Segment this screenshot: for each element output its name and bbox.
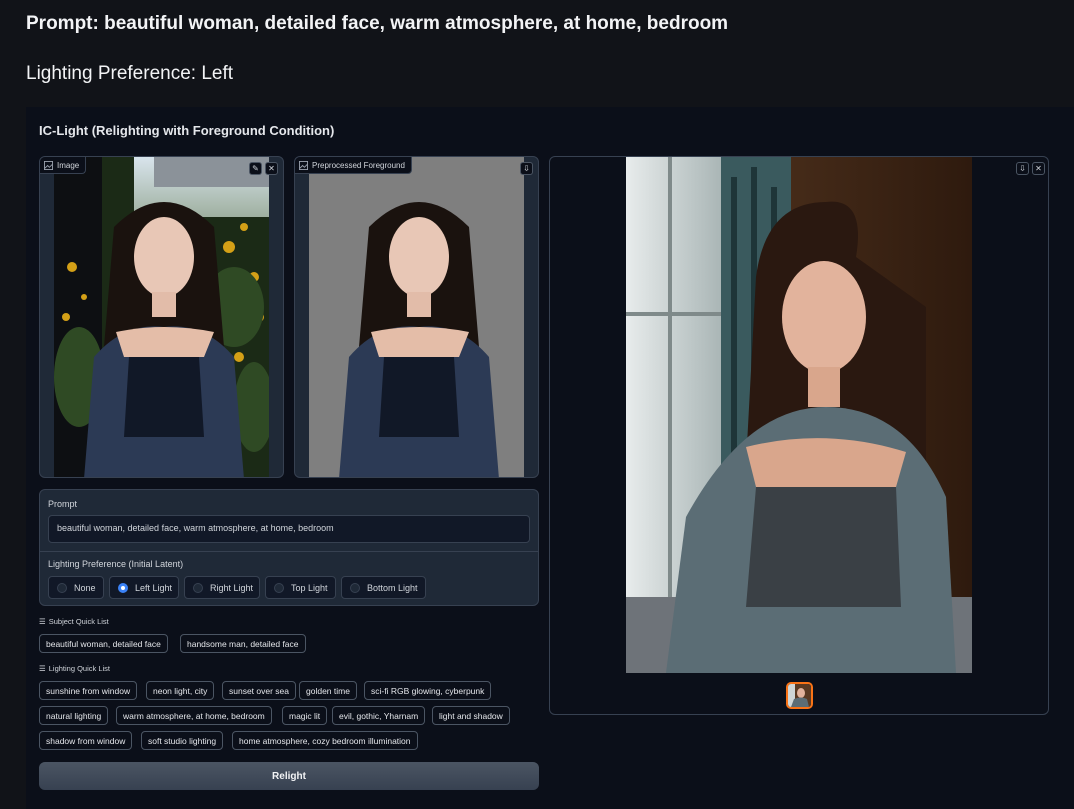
radio-dot xyxy=(350,582,360,593)
radio-label: Bottom Light xyxy=(367,582,418,593)
list-icon: ☰ xyxy=(39,664,46,673)
subject-quick-list-label-text: Subject Quick List xyxy=(48,617,109,626)
lighting-chip[interactable]: sunset over sea xyxy=(222,681,297,700)
lighting-chip[interactable]: soft studio lighting xyxy=(141,731,224,750)
radio-label: Right Light xyxy=(210,582,254,593)
subject-chip[interactable]: handsome man, detailed face xyxy=(180,634,306,653)
close-icon[interactable]: ✕ xyxy=(265,162,278,175)
output-gallery: ⇩ ✕ xyxy=(549,156,1049,715)
subject-quick-list-label: ☰ Subject Quick List xyxy=(39,617,109,626)
image-panel-label: Image xyxy=(40,157,87,174)
image-panel-label-text: Image xyxy=(57,160,80,170)
download-icon[interactable]: ⇩ xyxy=(520,162,533,175)
radio-bottom-light[interactable]: Bottom Light xyxy=(341,576,426,599)
list-icon: ☰ xyxy=(39,617,46,626)
image-icon xyxy=(299,160,308,170)
image-icon xyxy=(44,160,53,170)
relight-button[interactable]: Relight xyxy=(39,762,539,790)
radio-dot-selected xyxy=(118,582,128,593)
radio-label: Left Light xyxy=(135,582,173,593)
lighting-chip[interactable]: evil, gothic, Yharnam xyxy=(332,706,426,725)
preprocessed-foreground-panel[interactable]: Preprocessed Foreground ⇩ xyxy=(294,156,539,478)
image-input-panel[interactable]: Image ✎ ✕ xyxy=(39,156,284,478)
foreground-panel-label: Preprocessed Foreground xyxy=(295,157,412,174)
form-divider xyxy=(40,551,538,552)
lighting-chip[interactable]: magic lit xyxy=(282,706,328,725)
download-icon[interactable]: ⇩ xyxy=(1016,162,1029,175)
radio-left-light[interactable]: Left Light xyxy=(109,576,179,599)
lighting-quick-list-label: ☰ Lighting Quick List xyxy=(39,664,110,673)
prompt-textarea[interactable]: beautiful woman, detailed face, warm atm… xyxy=(48,515,530,543)
subject-chip[interactable]: beautiful woman, detailed face xyxy=(39,634,168,653)
lighting-heading: Lighting Preference: Left xyxy=(26,63,234,84)
result-photo xyxy=(626,157,972,673)
foreground-panel-label-text: Preprocessed Foreground xyxy=(312,160,405,170)
foreground-photo xyxy=(309,157,524,477)
radio-none[interactable]: None xyxy=(48,576,104,599)
radio-dot xyxy=(274,582,284,593)
close-icon[interactable]: ✕ xyxy=(1032,162,1045,175)
lighting-chip[interactable]: shadow from window xyxy=(39,731,133,750)
input-photo xyxy=(54,157,269,477)
app-title: IC-Light (Relighting with Foreground Con… xyxy=(39,123,335,138)
edit-icon[interactable]: ✎ xyxy=(249,162,262,175)
lighting-quick-list-label-text: Lighting Quick List xyxy=(48,664,111,673)
lighting-chip[interactable]: golden time xyxy=(299,681,357,700)
radio-dot xyxy=(57,582,67,593)
lighting-chip[interactable]: home atmosphere, cozy bedroom illuminati… xyxy=(232,731,418,750)
radio-label: None xyxy=(74,582,96,593)
radio-right-light[interactable]: Right Light xyxy=(184,576,260,599)
lighting-chip[interactable]: light and shadow xyxy=(432,706,510,725)
result-thumbnail[interactable] xyxy=(786,682,813,709)
lighting-chip[interactable]: sunshine from window xyxy=(39,681,138,700)
prompt-form: Prompt beautiful woman, detailed face, w… xyxy=(39,489,539,606)
prompt-heading: Prompt: beautiful woman, detailed face, … xyxy=(26,13,729,34)
lighting-chip[interactable]: warm atmosphere, at home, bedroom xyxy=(116,706,272,725)
radio-dot xyxy=(193,582,203,593)
lighting-preference-label: Lighting Preference (Initial Latent) xyxy=(48,559,184,569)
lighting-chip[interactable]: neon light, city xyxy=(146,681,215,700)
radio-label: Top Light xyxy=(291,582,328,593)
lighting-chip[interactable]: sci-fi RGB glowing, cyberpunk xyxy=(364,681,492,700)
ic-light-app: IC-Light (Relighting with Foreground Con… xyxy=(26,107,1074,809)
prompt-label: Prompt xyxy=(48,499,78,509)
radio-top-light[interactable]: Top Light xyxy=(265,576,336,599)
lighting-chip[interactable]: natural lighting xyxy=(39,706,109,725)
